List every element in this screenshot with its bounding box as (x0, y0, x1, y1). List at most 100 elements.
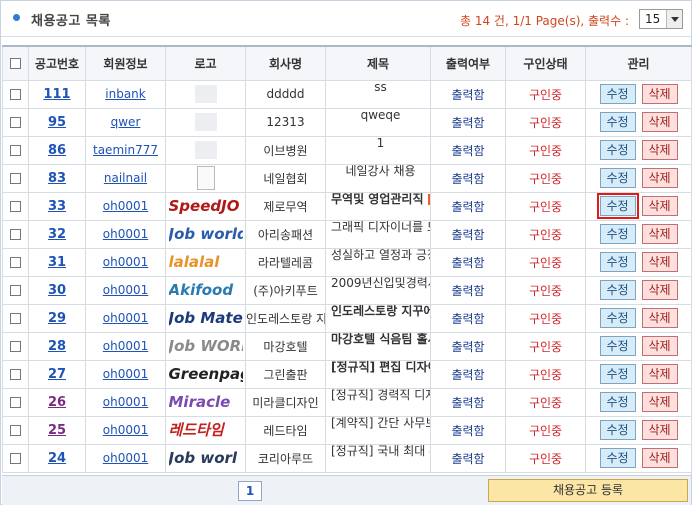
member-link[interactable]: nailnail (104, 171, 147, 185)
delete-button[interactable]: 삭제 (641, 280, 678, 300)
delete-button[interactable]: 삭제 (641, 308, 678, 328)
row-checkbox[interactable] (10, 285, 21, 296)
job-title-cell: [정규직] 경력직 디자이너를 모집합 (325, 387, 431, 417)
row-checkbox[interactable] (10, 453, 21, 464)
job-number-link[interactable]: 27 (48, 367, 66, 382)
delete-button[interactable]: 삭제 (641, 140, 678, 160)
per-page-select[interactable]: 15 (639, 9, 683, 29)
delete-button[interactable]: 삭제 (641, 448, 678, 468)
job-title-cell: 무역및 영업관리직 급구 (325, 191, 431, 221)
company-name: (주)아키푸트 (253, 283, 318, 298)
per-page-value: 15 (645, 12, 661, 26)
member-link[interactable]: oh0001 (103, 199, 149, 213)
job-number-link[interactable]: 28 (48, 339, 66, 354)
member-link[interactable]: qwer (111, 115, 141, 129)
edit-button[interactable]: 수정 (599, 224, 636, 244)
job-title-link[interactable]: 네일강사 채용 (345, 165, 415, 178)
member-link[interactable]: inbank (105, 87, 145, 101)
job-title-link[interactable]: 1 (377, 137, 385, 150)
row-checkbox[interactable] (10, 257, 21, 268)
edit-button[interactable]: 수정 (599, 308, 636, 328)
member-link[interactable]: oh0001 (103, 311, 149, 325)
job-number-link[interactable]: 31 (48, 255, 66, 270)
job-title-link[interactable]: 무역및 영업관리직 (331, 193, 424, 206)
job-title-link[interactable]: 그래픽 디자이너를 모집합니다 (331, 221, 430, 234)
job-number-link[interactable]: 24 (48, 451, 66, 466)
register-job-button[interactable]: 채용공고 등록 (488, 479, 688, 502)
member-link[interactable]: oh0001 (103, 283, 149, 297)
delete-button[interactable]: 삭제 (641, 168, 678, 188)
logo-cell: Job WORLD (165, 331, 246, 361)
status-cell: 구인중 (505, 443, 586, 473)
job-title-link[interactable]: [정규직] 편집 디자이너를 모십니 (331, 361, 430, 374)
job-title-link[interactable]: 마강호텔 식음팀 홀서비스 모집 (331, 333, 430, 346)
member-link[interactable]: oh0001 (103, 227, 149, 241)
job-title-link[interactable]: [정규직] 경력직 디자이너를 모집합 (331, 389, 430, 402)
job-title-link[interactable]: ss (374, 81, 387, 94)
delete-button[interactable]: 삭제 (641, 224, 678, 244)
output-status: 출력함 (451, 395, 485, 410)
job-title-link[interactable]: 성실하고 열정과 긍정적인마인드를 (331, 249, 430, 262)
row-checkbox[interactable] (10, 313, 21, 324)
edit-button[interactable]: 수정 (599, 168, 636, 188)
row-checkbox[interactable] (10, 201, 21, 212)
job-number-link[interactable]: 26 (48, 395, 66, 410)
row-checkbox[interactable] (10, 425, 21, 436)
row-checkbox[interactable] (10, 89, 21, 100)
row-checkbox[interactable] (10, 229, 21, 240)
job-number-link[interactable]: 32 (48, 227, 66, 242)
member-link[interactable]: oh0001 (103, 423, 149, 437)
row-checkbox[interactable] (10, 341, 21, 352)
job-number-link[interactable]: 95 (48, 115, 66, 130)
job-title-link[interactable]: [정규직] 국내 최대 유통회사 임원 (331, 445, 430, 458)
edit-button[interactable]: 수정 (599, 392, 636, 412)
recruit-status: 구인중 (528, 395, 563, 410)
job-title-link[interactable]: 인도레스토랑 지꾸에서 함께 할 (331, 305, 430, 318)
member-link[interactable]: taemin777 (93, 143, 158, 157)
recruit-status: 구인중 (528, 367, 563, 382)
delete-button[interactable]: 삭제 (641, 252, 678, 272)
edit-button[interactable]: 수정 (596, 193, 639, 219)
member-link[interactable]: oh0001 (103, 255, 149, 269)
job-title-link[interactable]: 2009년신입및경력사원모집중 (331, 277, 430, 290)
logo-cell: Job Mate (165, 303, 246, 333)
row-checkbox[interactable] (10, 145, 21, 156)
row-checkbox[interactable] (10, 369, 21, 380)
edit-button[interactable]: 수정 (599, 280, 636, 300)
job-number-link[interactable]: 30 (48, 283, 66, 298)
job-title-link[interactable]: [계약직] 간단 사무보조 구함 (331, 417, 430, 430)
row-checkbox[interactable] (10, 117, 21, 128)
job-number-link[interactable]: 86 (48, 143, 66, 158)
edit-button[interactable]: 수정 (599, 336, 636, 356)
select-all-checkbox[interactable] (10, 58, 21, 70)
delete-button[interactable]: 삭제 (641, 336, 678, 356)
member-link[interactable]: oh0001 (103, 451, 149, 465)
logo-cell: SpeedJO (165, 191, 246, 221)
edit-button[interactable]: 수정 (599, 448, 636, 468)
delete-button[interactable]: 삭제 (641, 196, 678, 216)
job-title-link[interactable]: qweqe (361, 109, 401, 122)
chevron-down-icon[interactable] (666, 10, 682, 28)
edit-button[interactable]: 수정 (599, 140, 636, 160)
row-checkbox[interactable] (10, 397, 21, 408)
edit-button[interactable]: 수정 (599, 84, 636, 104)
member-link[interactable]: oh0001 (103, 395, 149, 409)
delete-button[interactable]: 삭제 (641, 364, 678, 384)
job-number-link[interactable]: 25 (48, 423, 66, 438)
delete-button[interactable]: 삭제 (641, 84, 678, 104)
delete-button[interactable]: 삭제 (641, 112, 678, 132)
member-link[interactable]: oh0001 (103, 339, 149, 353)
delete-button[interactable]: 삭제 (641, 420, 678, 440)
job-number-link[interactable]: 29 (48, 311, 66, 326)
job-number-link[interactable]: 33 (48, 199, 66, 214)
edit-button[interactable]: 수정 (599, 420, 636, 440)
edit-button[interactable]: 수정 (599, 112, 636, 132)
member-link[interactable]: oh0001 (103, 367, 149, 381)
edit-button[interactable]: 수정 (599, 252, 636, 272)
row-checkbox[interactable] (10, 173, 21, 184)
delete-button[interactable]: 삭제 (641, 392, 678, 412)
page-link-current[interactable]: 1 (238, 481, 262, 501)
job-number-link[interactable]: 83 (48, 171, 66, 186)
edit-button[interactable]: 수정 (599, 364, 636, 384)
job-number-link[interactable]: 111 (43, 87, 70, 102)
